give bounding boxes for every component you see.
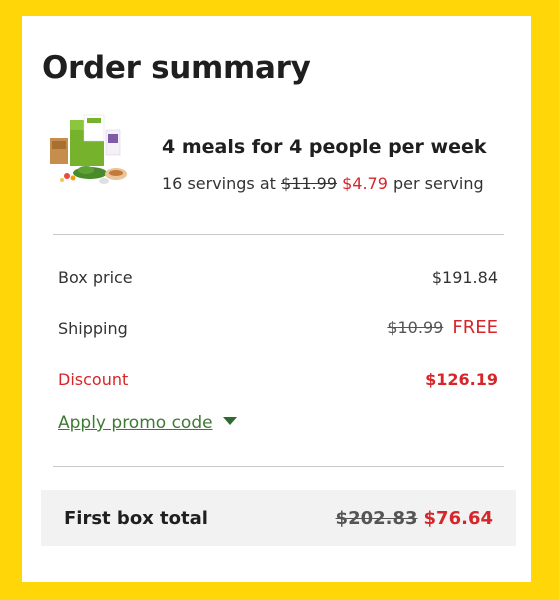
new-serving-price: $4.79	[342, 174, 388, 193]
box-price-value: $191.84	[431, 268, 498, 287]
promo-code-label[interactable]: Apply promo code	[58, 413, 213, 433]
divider	[53, 466, 504, 467]
caret-down-icon[interactable]	[222, 417, 237, 425]
shipping-label: Shipping	[58, 319, 128, 338]
page-title: Order summary	[42, 50, 311, 86]
discount-label: Discount	[58, 370, 129, 389]
shipping-value: $10.99 FREE	[387, 317, 498, 338]
shipping-free-badge: FREE	[452, 317, 498, 338]
plan-title: 4 meals for 4 people per week	[162, 136, 487, 158]
meal-kit-box-illustration	[50, 114, 127, 184]
divider	[53, 234, 504, 235]
total-new-price: $76.64	[423, 508, 493, 529]
box-price-label: Box price	[58, 268, 133, 287]
meal-kit-box-image	[46, 112, 130, 192]
discount-value: $126.19	[425, 370, 498, 389]
total-old-price: $202.83	[335, 508, 418, 529]
first-box-total-value: $202.83 $76.64	[336, 508, 493, 529]
first-box-total-label: First box total	[64, 508, 208, 529]
servings-price-line: 16 servings at $11.99 $4.79 per serving	[162, 174, 484, 193]
first-box-total-panel: First box total $202.83 $76.64	[41, 490, 516, 546]
old-serving-price: $11.99	[281, 174, 337, 193]
servings-text: 16 servings at	[162, 174, 276, 193]
shipping-old-price: $10.99	[387, 318, 444, 337]
apply-promo-code-link[interactable]: Apply promo code	[58, 413, 237, 433]
order-summary-card: Order summary 4 meals for 4 people per w…	[22, 16, 531, 582]
per-serving-text: per serving	[393, 174, 484, 193]
